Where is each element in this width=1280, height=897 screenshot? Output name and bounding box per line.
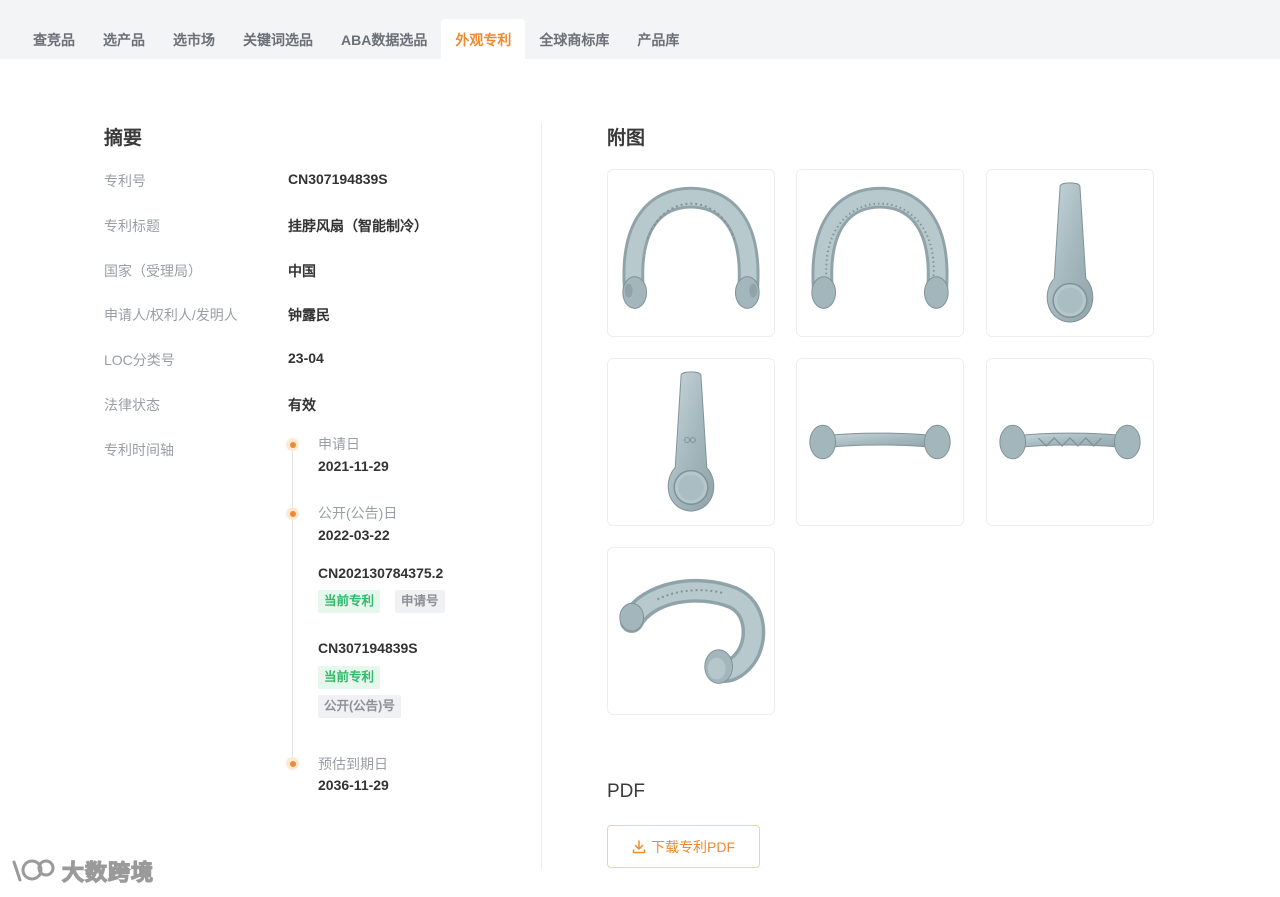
neck-fan-bottom-image [999, 424, 1141, 460]
field-label-country: 国家（受理局） [104, 263, 202, 279]
patent-figure-1[interactable] [607, 169, 775, 337]
field-label-patent-title: 专利标题 [104, 218, 160, 234]
patent-figure-6[interactable] [986, 358, 1154, 526]
timeline-apply-label: 申请日 [318, 436, 360, 452]
timeline-apply-date: 2021-11-29 [318, 458, 389, 474]
patent-figure-7[interactable] [607, 547, 775, 715]
tab-aba-selection[interactable]: ABA数据选品 [327, 19, 441, 59]
watermark-text: 大数跨境 [61, 859, 155, 885]
timeline-dot-expire [286, 757, 299, 770]
top-nav-bar: 查竞品 选产品 选市场 关键词选品 ABA数据选品 外观专利 全球商标库 产品库 [0, 0, 1280, 59]
field-label-applicant: 申请人/权利人/发明人 [104, 307, 238, 323]
tab-product-library[interactable]: 产品库 [623, 19, 693, 59]
tab-global-trademark[interactable]: 全球商标库 [525, 19, 623, 59]
field-label-timeline: 专利时间轴 [104, 442, 174, 458]
field-value-legal-status: 有效 [288, 397, 316, 413]
patent-figure-3[interactable] [986, 169, 1154, 337]
download-pdf-button[interactable]: 下载专利PDF [607, 825, 760, 868]
timeline-publish-label: 公开(公告)日 [318, 505, 398, 521]
field-value-patent-title: 挂脖风扇（智能制冷） [288, 218, 428, 234]
neck-fan-side-image-2 [667, 371, 715, 512]
tab-competitor[interactable]: 查竞品 [19, 19, 89, 59]
column-divider [541, 123, 542, 869]
download-pdf-label: 下载专利PDF [651, 838, 735, 855]
brand-logo-icon [12, 859, 55, 882]
current-patent-badge: 当前专利 [318, 590, 381, 613]
field-label-legal-status: 法律状态 [104, 397, 160, 413]
neck-fan-back-image [811, 186, 949, 309]
patent-figure-5[interactable] [796, 358, 964, 526]
figures-title: 附图 [607, 128, 646, 149]
tab-product-selection[interactable]: 选产品 [89, 19, 159, 59]
field-value-applicant: 钟露民 [288, 307, 330, 323]
neck-fan-side-image [1046, 182, 1094, 323]
timeline-dot-publish [286, 507, 299, 520]
timeline-dot-apply [286, 438, 299, 451]
tab-market-selection[interactable]: 选市场 [159, 19, 229, 59]
neck-fan-front-image [622, 186, 760, 309]
patent-figure-4[interactable] [607, 358, 775, 526]
application-number-badge: 申请号 [395, 590, 445, 613]
field-label-loc: LOC分类号 [104, 352, 175, 368]
timeline-line [292, 446, 293, 764]
timeline-expire-label: 预估到期日 [318, 756, 388, 772]
summary-title: 摘要 [104, 128, 143, 149]
timeline-publication-number: CN307194839S [318, 640, 418, 656]
tab-keyword-selection[interactable]: 关键词选品 [229, 19, 327, 59]
pdf-title: PDF [607, 781, 645, 802]
field-value-loc: 23-04 [288, 350, 324, 366]
neck-fan-perspective-image [619, 578, 766, 684]
timeline-publish-date: 2022-03-22 [318, 527, 390, 543]
timeline-application-number: CN202130784375.2 [318, 565, 444, 581]
current-patent-badge: 当前专利 [318, 666, 381, 689]
download-icon [632, 839, 646, 853]
field-value-patent-number: CN307194839S [288, 171, 388, 187]
publication-number-badge: 公开(公告)号 [318, 695, 401, 718]
field-label-patent-number: 专利号 [104, 173, 146, 189]
tab-list: 查竞品 选产品 选市场 关键词选品 ABA数据选品 外观专利 全球商标库 产品库 [19, 19, 693, 59]
watermark: 大数跨境 [10, 855, 154, 887]
neck-fan-top-image [809, 424, 951, 460]
tab-design-patent[interactable]: 外观专利 [441, 19, 526, 59]
field-value-country: 中国 [288, 263, 316, 279]
timeline-expire-date: 2036-11-29 [318, 777, 389, 793]
patent-figure-2[interactable] [796, 169, 964, 337]
